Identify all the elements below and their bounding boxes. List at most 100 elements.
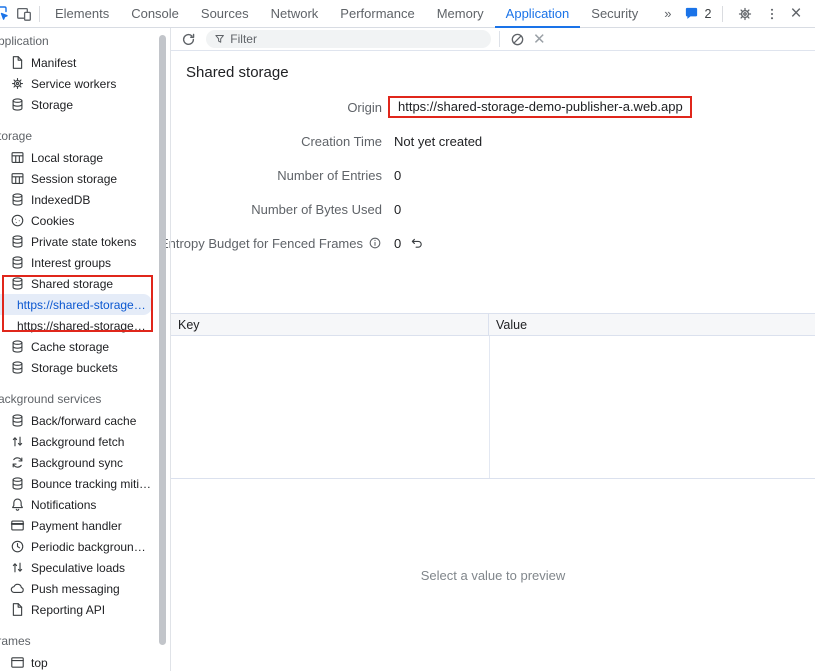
- page-title: Shared storage: [186, 64, 815, 82]
- sidebar-item-background-sync[interactable]: Background sync: [0, 452, 170, 473]
- sidebar-item-reporting-api[interactable]: Reporting API: [0, 599, 170, 620]
- tab-network[interactable]: Network: [260, 0, 330, 28]
- detail-row-number-of-bytes-used: Number of Bytes Used 0: [171, 192, 815, 226]
- bell-icon: [10, 497, 25, 512]
- database-icon: [10, 276, 25, 291]
- sidebar-item-local-storage[interactable]: Local storage: [0, 147, 170, 168]
- tab-performance[interactable]: Performance: [329, 0, 425, 28]
- column-header-value[interactable]: Value: [489, 318, 815, 332]
- database-icon: [10, 339, 25, 354]
- clock-icon: [10, 539, 25, 554]
- column-header-key[interactable]: Key: [171, 314, 489, 335]
- detail-label: Entropy Budget for Fenced Frames: [171, 236, 382, 251]
- database-icon: [10, 413, 25, 428]
- sidebar-item-payment-handler[interactable]: Payment handler: [0, 515, 170, 536]
- more-tabs-button[interactable]: »: [649, 6, 684, 21]
- entries-table-header: Key Value: [171, 313, 815, 336]
- sidebar-item-service-workers[interactable]: Service workers: [0, 73, 170, 94]
- sidebar-item-label: Speculative loads: [31, 561, 125, 575]
- kv-column-divider[interactable]: [489, 336, 490, 478]
- sidebar-item-speculative-loads[interactable]: Speculative loads: [0, 557, 170, 578]
- sidebar-item-periodic-backgroun[interactable]: Periodic backgroun…: [0, 536, 170, 557]
- detail-label-text: Number of Entries: [277, 168, 382, 183]
- tab-elements[interactable]: Elements: [44, 0, 120, 28]
- sidebar-scrollbar[interactable]: [159, 35, 166, 645]
- sidebar-item-label: https://shared-storage…: [17, 298, 146, 312]
- kebab-menu-icon[interactable]: [763, 5, 781, 23]
- sidebar-item-bounce-tracking-miti[interactable]: Bounce tracking miti…: [0, 473, 170, 494]
- detail-value: Not yet created: [394, 134, 815, 149]
- settings-gear-icon[interactable]: [736, 5, 754, 23]
- sidebar-item-indexeddb[interactable]: IndexedDB: [0, 189, 170, 210]
- reset-budget-icon[interactable]: [410, 236, 424, 250]
- detail-label-text: Number of Bytes Used: [251, 202, 382, 217]
- detail-label: Creation Time: [171, 134, 382, 149]
- sidebar-section-frames: Framestop: [0, 631, 170, 671]
- detail-value-text: 0: [394, 202, 401, 217]
- frame-icon: [10, 655, 25, 670]
- tab-console[interactable]: Console: [120, 0, 190, 28]
- clear-block-icon[interactable]: [509, 31, 525, 47]
- device-toolbar-icon[interactable]: [11, 3, 37, 25]
- section-header: Background services: [0, 389, 170, 410]
- sidebar-item-label: Local storage: [31, 151, 103, 165]
- tab-memory[interactable]: Memory: [426, 0, 495, 28]
- sidebar-item-interest-groups[interactable]: Interest groups: [0, 252, 170, 273]
- tabbar-divider: [722, 6, 723, 22]
- sidebar-item-label: https://shared-storage…: [17, 319, 146, 333]
- preview-placeholder-text: Select a value to preview: [421, 568, 566, 583]
- section-header: Frames: [0, 631, 170, 652]
- detail-value: 0: [394, 202, 815, 217]
- close-view-icon[interactable]: ✕: [533, 30, 546, 48]
- detail-label: Number of Entries: [171, 168, 382, 183]
- shared-storage-panel: ✕ Shared storage Originhttps://shared-st…: [171, 28, 815, 671]
- sidebar-item-session-storage[interactable]: Session storage: [0, 168, 170, 189]
- sidebar-item-https-shared-storage[interactable]: https://shared-storage…: [0, 294, 152, 315]
- issues-counter[interactable]: 2: [684, 6, 711, 21]
- sidebar-item-private-state-tokens[interactable]: Private state tokens: [0, 231, 170, 252]
- devtools-content: ApplicationManifestService workersStorag…: [0, 28, 815, 671]
- sidebar-item-background-fetch[interactable]: Background fetch: [0, 431, 170, 452]
- sidebar-section-storage: Storage Local storage Session storage Index…: [0, 126, 170, 378]
- tab-application[interactable]: Application: [495, 0, 581, 28]
- panel-tabs: ElementsConsoleSourcesNetworkPerformance…: [44, 0, 649, 28]
- sidebar-item-label: Background fetch: [31, 435, 124, 449]
- sidebar-item-notifications[interactable]: Notifications: [0, 494, 170, 515]
- sidebar-item-back-forward-cache[interactable]: Back/forward cache: [0, 410, 170, 431]
- sidebar-item-label: Manifest: [31, 56, 76, 70]
- refresh-icon[interactable]: [180, 31, 196, 47]
- detail-label-text: Creation Time: [301, 134, 382, 149]
- sidebar-item-cache-storage[interactable]: Cache storage: [0, 336, 170, 357]
- detail-row-entropy-budget-for-fenced-frames: Entropy Budget for Fenced Frames0: [171, 226, 815, 260]
- entries-table-body: [171, 336, 815, 479]
- detail-value-text: 0: [394, 168, 401, 183]
- close-devtools-button[interactable]: ×: [790, 4, 808, 23]
- sidebar-item-label: Shared storage: [31, 277, 113, 291]
- tab-sources[interactable]: Sources: [190, 0, 260, 28]
- detail-row-number-of-entries: Number of Entries 0: [171, 158, 815, 192]
- sidebar-item-https-shared-storage[interactable]: https://shared-storage…: [0, 315, 170, 336]
- card-icon: [10, 518, 25, 533]
- sidebar-item-top[interactable]: top: [0, 652, 170, 671]
- application-sidebar: ApplicationManifestService workersStorag…: [0, 28, 171, 671]
- section-header: Storage: [0, 126, 170, 147]
- sidebar-item-shared-storage[interactable]: Shared storage: [0, 273, 170, 294]
- sidebar-item-label: IndexedDB: [31, 193, 90, 207]
- info-icon[interactable]: [368, 236, 382, 250]
- table-icon: [10, 150, 25, 165]
- sidebar-item-label: Push messaging: [31, 582, 120, 596]
- filter-field[interactable]: [206, 30, 491, 48]
- devtools-window: ElementsConsoleSourcesNetworkPerformance…: [0, 0, 815, 671]
- inspect-element-icon[interactable]: [0, 5, 11, 22]
- entries-table: Key Value: [171, 313, 815, 479]
- sidebar-item-storage[interactable]: Storage: [0, 94, 170, 115]
- value-preview-pane: Select a value to preview: [171, 479, 815, 671]
- filter-input[interactable]: [230, 32, 483, 46]
- detail-row-origin: Originhttps://shared-storage-demo-publis…: [171, 90, 815, 124]
- tab-security[interactable]: Security: [580, 0, 649, 28]
- sidebar-item-storage-buckets[interactable]: Storage buckets: [0, 357, 170, 378]
- sidebar-item-cookies[interactable]: Cookies: [0, 210, 170, 231]
- sidebar-item-manifest[interactable]: Manifest: [0, 52, 170, 73]
- sidebar-item-label: Interest groups: [31, 256, 111, 270]
- sidebar-item-push-messaging[interactable]: Push messaging: [0, 578, 170, 599]
